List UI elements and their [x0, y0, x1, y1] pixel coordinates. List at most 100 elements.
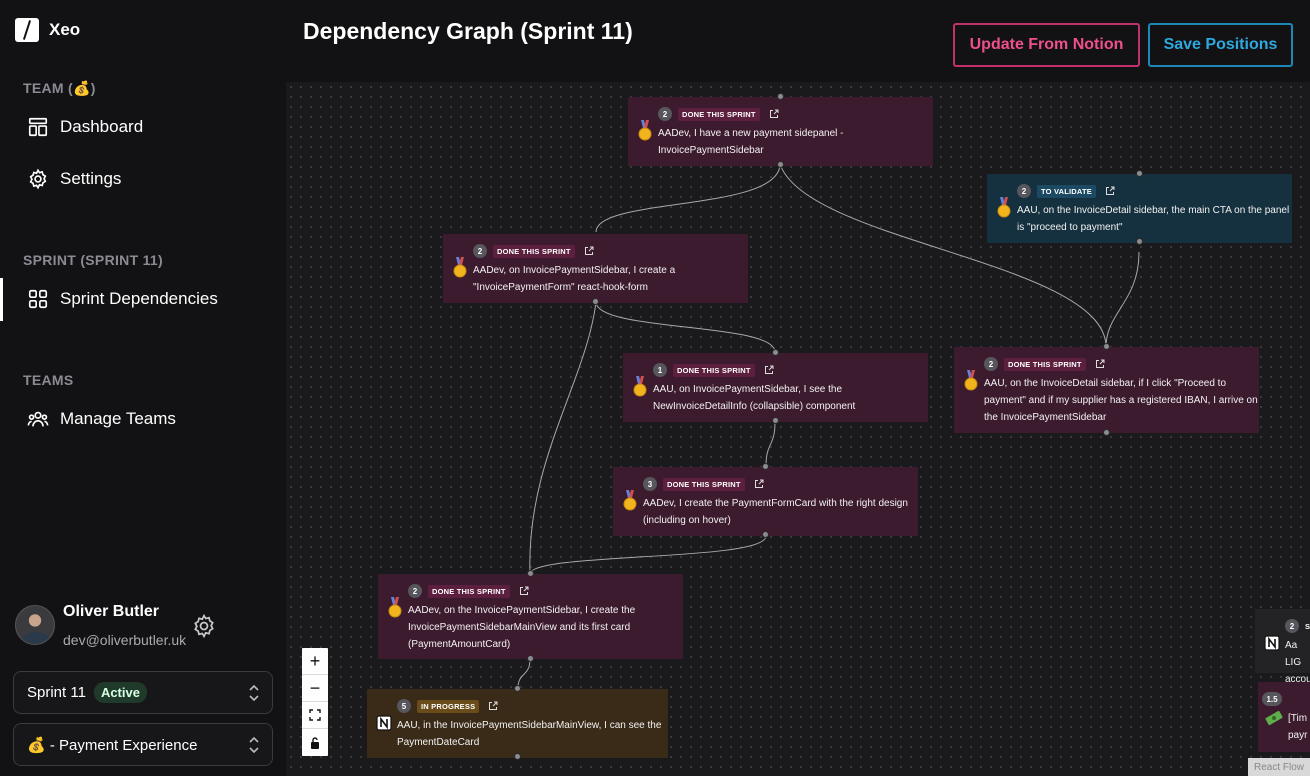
medal-icon — [964, 370, 978, 391]
node-handle-bottom[interactable] — [772, 417, 779, 424]
external-link-icon[interactable] — [1105, 186, 1115, 196]
edge — [529, 301, 597, 575]
gear-icon — [29, 168, 47, 190]
node-handle-top[interactable] — [762, 463, 769, 470]
points-badge: 2 — [1285, 619, 1299, 633]
node-text: AADev, on the InvoicePaymentSidebar, I c… — [408, 605, 636, 650]
status-badge: IN PROGRESS — [417, 699, 480, 713]
chevron-up-down-icon — [249, 684, 259, 702]
node-handle-top[interactable] — [527, 570, 534, 577]
external-link-icon[interactable] — [488, 701, 498, 711]
sidebar-item-dashboard[interactable]: Dashboard — [27, 116, 143, 138]
node-handle-top[interactable] — [514, 685, 521, 692]
team-select[interactable]: 💰 - Payment Experience — [13, 723, 273, 766]
medal-icon — [388, 597, 402, 618]
user-email: dev@oliverbutler.uk — [63, 632, 187, 648]
node-handle-bottom[interactable] — [527, 655, 534, 662]
points-badge: 5 — [397, 699, 411, 713]
avatar — [15, 605, 55, 645]
graph-node[interactable]: 2 DONE THIS SPRINT AADev, on InvoicePayme… — [443, 234, 748, 305]
logo-mark-icon — [15, 18, 39, 42]
graph-node[interactable]: 2 DONE THIS SPRINT AAU, on the InvoiceDet… — [954, 343, 1259, 436]
zoom-out-button[interactable]: − — [302, 675, 328, 702]
status-badge: DONE THIS SPRINT — [428, 584, 510, 598]
edge — [595, 163, 781, 233]
points-badge: 2 — [473, 244, 487, 258]
node-handle-bottom[interactable] — [1103, 429, 1110, 436]
edge — [529, 535, 767, 575]
users-icon — [27, 411, 49, 427]
lock-icon — [311, 736, 319, 749]
node-handle-bottom[interactable] — [1136, 238, 1143, 245]
node-handle-bottom[interactable] — [592, 298, 599, 305]
update-from-notion-button[interactable]: Update From Notion — [953, 23, 1140, 67]
medal-icon — [638, 120, 652, 141]
sidebar-item-label: Sprint Dependencies — [60, 289, 218, 308]
team-select-value: 💰 - Payment Experience — [27, 736, 198, 754]
node-handle-bottom[interactable] — [762, 531, 769, 538]
status-badge: DONE THIS SPRINT — [493, 244, 575, 258]
medal-icon — [633, 376, 647, 397]
node-handle-bottom[interactable] — [514, 753, 521, 760]
zoom-in-button[interactable]: + — [302, 648, 328, 675]
status-badge: DONE THIS SPRINT — [663, 477, 745, 491]
graph-node[interactable]: 2S Aa LIG accou — [1255, 609, 1310, 685]
edge — [1105, 251, 1140, 348]
node-text: AAU, in the InvoicePaymentSidebarMainVie… — [397, 720, 662, 748]
medal-icon — [623, 490, 637, 511]
node-handle-bottom[interactable] — [777, 161, 784, 168]
graph-node[interactable]: 5 IN PROGRESS AAU, in the InvoicePaymentS… — [367, 685, 668, 760]
graph-node[interactable]: 1.5 [Tim payr — [1258, 682, 1310, 752]
node-text: AADev, I create the PaymentFormCard with… — [643, 498, 908, 526]
chevron-up-down-icon — [249, 736, 259, 754]
graph-node[interactable]: 1 DONE THIS SPRINT AAU, on InvoicePayment… — [623, 349, 928, 424]
external-link-icon[interactable] — [764, 365, 774, 375]
node-text: [Tim payr — [1288, 713, 1308, 741]
sprint-select[interactable]: Sprint 11 Active — [13, 671, 273, 714]
notion-icon — [1264, 635, 1280, 651]
edge — [517, 658, 531, 689]
external-link-icon[interactable] — [769, 109, 779, 119]
node-handle-top[interactable] — [1103, 343, 1110, 350]
edge — [765, 421, 776, 467]
medal-icon — [997, 197, 1011, 218]
fit-view-button[interactable] — [302, 702, 328, 729]
graph-canvas[interactable]: 2 DONE THIS SPRINT AADev, I have a new pa… — [286, 82, 1310, 776]
external-link-icon[interactable] — [584, 246, 594, 256]
graph-node[interactable]: 2 TO VALIDATE AAU, on the InvoiceDetail s… — [987, 170, 1292, 245]
fit-view-icon — [309, 709, 321, 721]
external-link-icon[interactable] — [1095, 359, 1105, 369]
user-profile: Oliver Butler dev@oliverbutler.uk — [15, 603, 275, 649]
money-icon — [1265, 710, 1283, 726]
graph-node[interactable]: 2 DONE THIS SPRINT AADev, on the InvoiceP… — [378, 570, 683, 662]
grid-icon — [28, 289, 48, 309]
sidebar-item-settings[interactable]: Settings — [27, 168, 121, 190]
node-handle-top[interactable] — [777, 93, 784, 100]
node-text: AAU, on InvoicePaymentSidebar, I see the… — [653, 384, 856, 412]
graph-node[interactable]: 3 DONE THIS SPRINT AADev, I create the Pa… — [613, 463, 918, 538]
user-settings-gear-icon[interactable] — [191, 613, 217, 639]
node-text: AAU, on the InvoiceDetail sidebar, the m… — [1017, 205, 1290, 233]
points-badge: 1 — [653, 363, 667, 377]
external-link-icon[interactable] — [519, 586, 529, 596]
graph-node[interactable]: 2 DONE THIS SPRINT AADev, I have a new pa… — [628, 93, 933, 168]
node-text: AADev, on InvoicePaymentSidebar, I creat… — [473, 265, 676, 293]
app-logo[interactable]: Xeo — [15, 18, 80, 42]
react-flow-attribution[interactable]: React Flow — [1248, 758, 1310, 776]
external-link-icon[interactable] — [754, 479, 764, 489]
points-badge: 2 — [984, 357, 998, 371]
save-positions-button[interactable]: Save Positions — [1148, 23, 1293, 67]
node-handle-top[interactable] — [1136, 170, 1143, 177]
sidebar-item-label: Dashboard — [60, 117, 144, 136]
lock-button[interactable] — [302, 729, 328, 756]
sprint-select-value: Sprint 11 — [27, 684, 86, 701]
sidebar-item-sprint-dependencies[interactable]: Sprint Dependencies — [27, 288, 218, 310]
node-text: Aa LIG accou — [1285, 640, 1310, 685]
sidebar: Xeo TEAM (💰) Dashboard Settings SPRINT (… — [0, 0, 286, 776]
section-label-teams: TEAMS — [23, 372, 74, 388]
node-handle-top[interactable] — [772, 349, 779, 356]
node-text: AAU, on the InvoiceDetail sidebar, if I … — [984, 378, 1258, 423]
node-text: AADev, I have a new payment sidepanel -I… — [658, 128, 844, 156]
sidebar-item-manage-teams[interactable]: Manage Teams — [27, 408, 176, 430]
section-label-team: TEAM (💰) — [23, 80, 96, 96]
